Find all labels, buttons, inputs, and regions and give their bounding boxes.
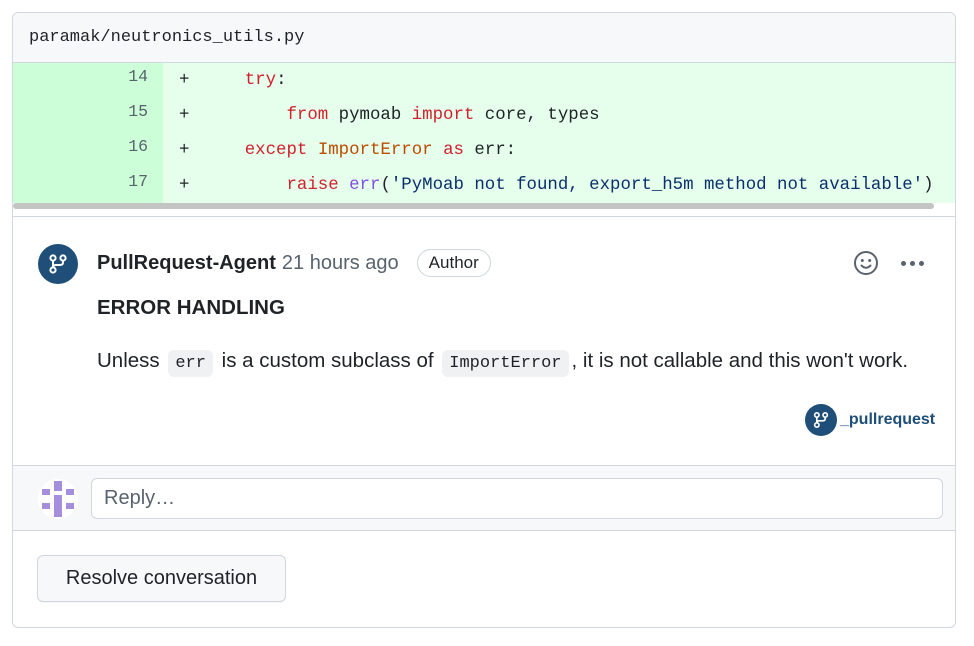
token-names: core, types <box>474 106 600 125</box>
dot <box>918 260 924 266</box>
signature-text: _pullrequest <box>840 411 936 428</box>
reply-bar <box>13 465 955 531</box>
code-text: except ImportError as err: <box>203 133 516 169</box>
dot <box>900 260 906 266</box>
add-reaction-button[interactable] <box>853 250 879 276</box>
keyword-raise: raise <box>286 176 339 195</box>
diff-line: 14 + try: <box>13 63 955 98</box>
diff-line: 15 + from pymoab import core, types <box>13 98 955 133</box>
scrollbar-thumb[interactable] <box>13 203 934 209</box>
comment-heading: ERROR HANDLING <box>97 296 285 319</box>
token-exception-class: ImportError <box>317 141 433 160</box>
body-text-1: Unless <box>97 349 166 372</box>
keyword-import: import <box>411 106 475 125</box>
pullrequest-logo <box>805 404 837 436</box>
file-path-header[interactable]: paramak/neutronics_utils.py <box>13 13 955 63</box>
code-text: raise err('PyMoab not found, export_h5m … <box>203 168 934 204</box>
identicon <box>38 479 78 519</box>
comment-body: Unless err is a custom subclass of Impor… <box>97 349 909 377</box>
smiley-icon <box>854 251 878 275</box>
pull-request-icon <box>49 254 67 274</box>
code-text: from pymoab import core, types <box>203 98 600 134</box>
diff-sign: + <box>179 71 190 90</box>
review-comment: PullRequest-Agent 21 hours ago Author ER… <box>13 217 955 465</box>
diff-hunk: 14 + try: 15 + from pymoab import core, … <box>13 63 955 203</box>
body-text-2: is a custom subclass of <box>215 349 440 372</box>
identicon[interactable] <box>38 479 78 519</box>
pullrequest-signature[interactable]: _pullrequest <box>805 404 935 436</box>
line-number[interactable]: 17 <box>13 168 163 203</box>
inline-code: ImportError <box>442 350 569 377</box>
kebab-menu-icon[interactable] <box>897 255 927 271</box>
diff-sign: + <box>179 176 190 195</box>
token-colon: : <box>276 71 287 90</box>
body-text-3: , it is not callable and this won't work… <box>571 349 909 372</box>
author-badge: Author <box>416 249 491 277</box>
diff-line: 16 + except ImportError as err: <box>13 133 955 168</box>
diff-sign: + <box>179 141 190 160</box>
review-thread-card: paramak/neutronics_utils.py 14 + try: 15… <box>12 12 956 628</box>
keyword-as: as <box>443 141 464 160</box>
file-path[interactable]: paramak/neutronics_utils.py <box>29 28 304 47</box>
token-string: 'PyMoab not found, export_h5m method not… <box>390 176 924 195</box>
horizontal-scrollbar[interactable] <box>13 203 955 217</box>
resolve-conversation-button[interactable]: Resolve conversation <box>37 555 286 602</box>
diff-line: 17 + raise err('PyMoab not found, export… <box>13 168 955 203</box>
code-text: try: <box>203 63 287 99</box>
comment-timestamp[interactable]: 21 hours ago <box>282 252 399 275</box>
line-number[interactable]: 16 <box>13 133 163 168</box>
line-number[interactable]: 15 <box>13 98 163 133</box>
token-err-call: err <box>349 176 381 195</box>
token-paren-close: ) <box>923 176 934 195</box>
thread-footer: Resolve conversation <box>13 531 955 627</box>
author-avatar[interactable] <box>38 244 78 284</box>
inline-code: err <box>168 350 213 377</box>
dot <box>909 260 915 266</box>
keyword-except: except <box>244 141 308 160</box>
token-paren-open: ( <box>380 176 391 195</box>
diff-sign: + <box>179 106 190 125</box>
reply-input[interactable] <box>91 478 943 519</box>
comment-header: PullRequest-Agent 21 hours ago Author <box>97 249 491 277</box>
keyword-try: try <box>244 71 277 90</box>
token-module: pymoab <box>328 106 412 125</box>
line-number[interactable]: 14 <box>13 63 163 98</box>
pull-request-icon <box>813 412 829 428</box>
author-name[interactable]: PullRequest-Agent <box>97 252 276 275</box>
keyword-from: from <box>286 106 329 125</box>
token-err: err: <box>463 141 517 160</box>
